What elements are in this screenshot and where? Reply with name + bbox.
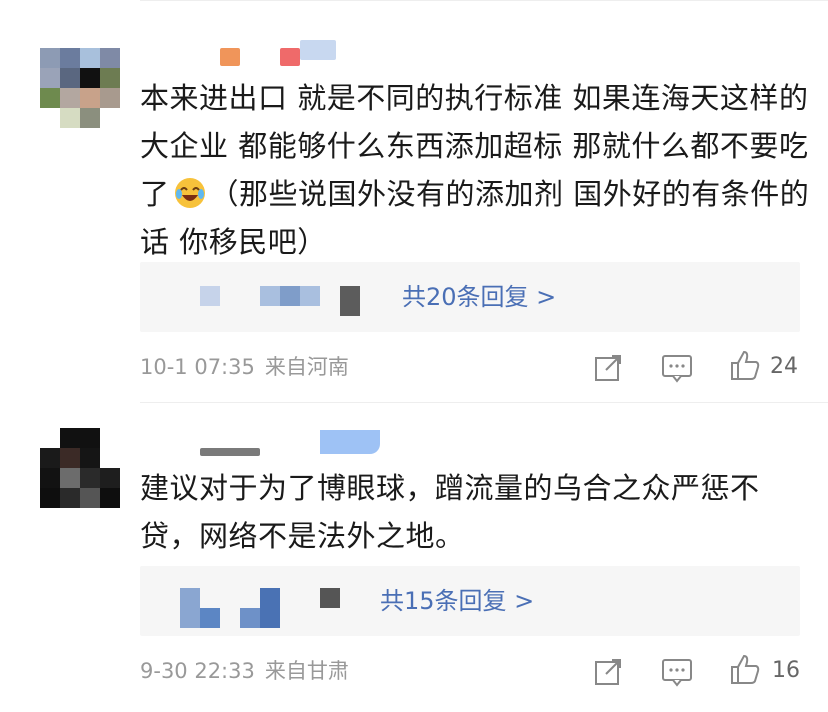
comment-time: 9-30 22:33 <box>140 659 255 683</box>
comment-item-2: 建议对于为了博眼球，蹭流量的乌合之众严惩不贷，网络不是法外之地。 共15条回复 … <box>0 0 828 712</box>
reply-avatar-redacted <box>320 588 340 608</box>
reply-avatar-redacted <box>260 588 280 628</box>
thumbs-up-icon[interactable] <box>728 652 762 686</box>
reply-avatar-redacted <box>240 608 260 628</box>
user-badge-redacted <box>320 430 380 454</box>
comment-body: 建议对于为了博眼球，蹭流量的乌合之众严惩不贷，网络不是法外之地。 <box>140 464 812 560</box>
reply-avatar-redacted <box>180 588 200 628</box>
username-redacted[interactable] <box>200 448 260 456</box>
share-icon[interactable] <box>592 654 626 688</box>
replies-box[interactable]: 共15条回复 > <box>140 566 800 636</box>
replies-count-link[interactable]: 共15条回复 > <box>380 566 534 636</box>
avatar[interactable] <box>40 428 120 508</box>
comment-location: 来自甘肃 <box>264 659 349 683</box>
comment-meta: 9-30 22:33 来自甘肃 <box>140 656 349 686</box>
like-count: 16 <box>772 658 800 683</box>
comment-text: 建议对于为了博眼球，蹭流量的乌合之众严惩不贷，网络不是法外之地。 <box>140 471 760 553</box>
comment-icon[interactable] <box>660 654 694 688</box>
reply-avatar-redacted <box>200 608 220 628</box>
